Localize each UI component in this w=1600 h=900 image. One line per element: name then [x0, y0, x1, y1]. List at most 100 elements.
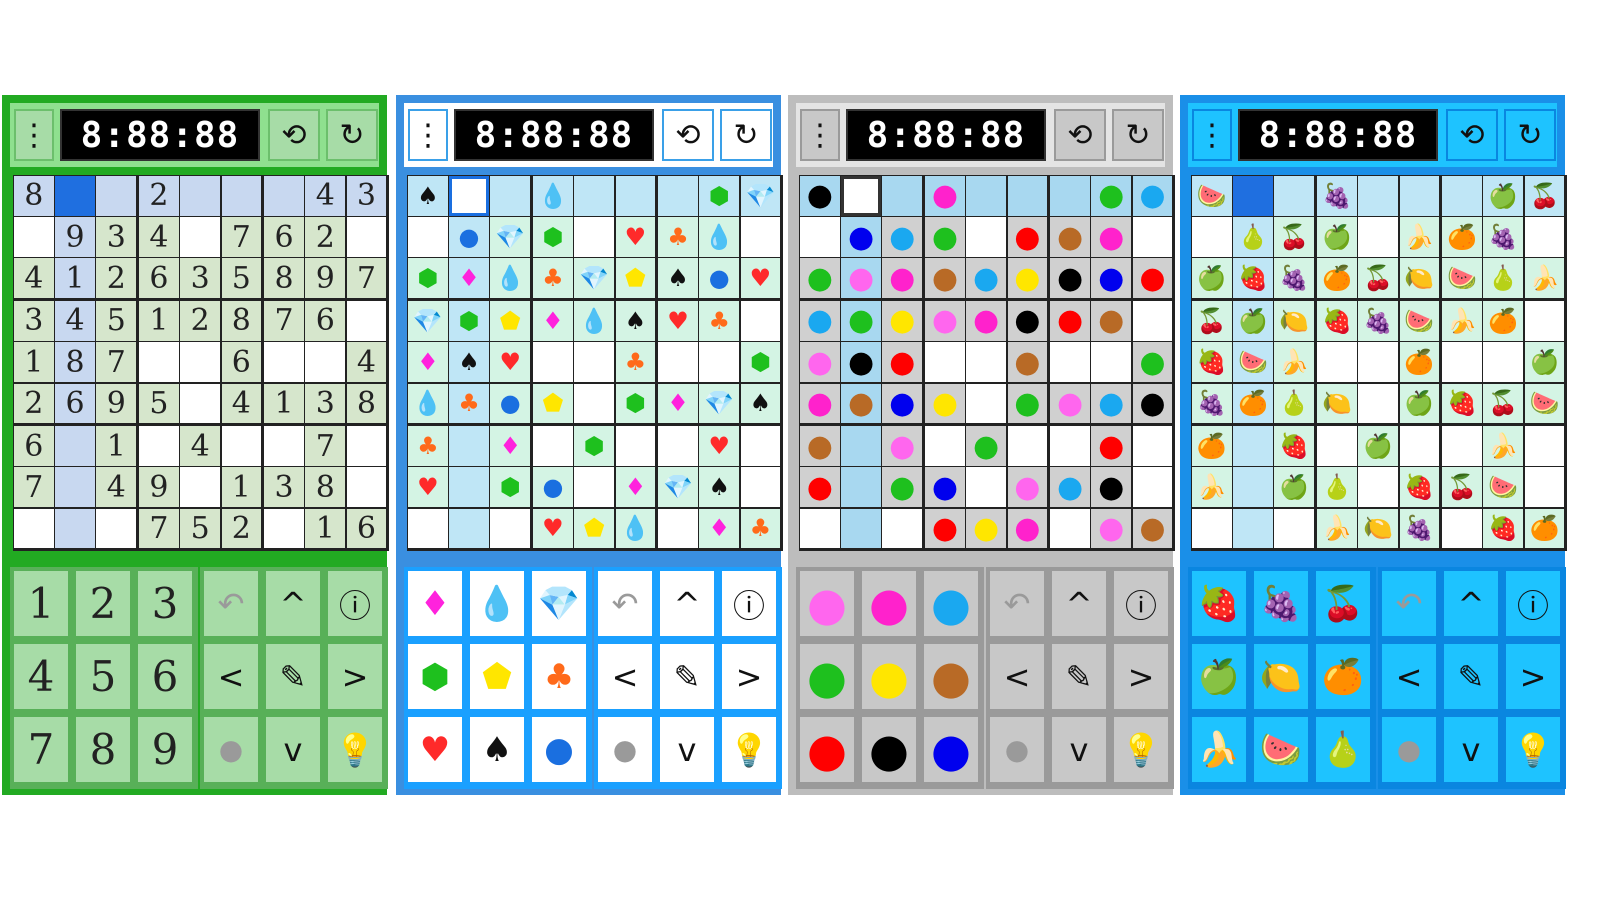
grid-cell[interactable]: ●	[925, 467, 965, 508]
grid-cell[interactable]: 5	[96, 301, 137, 341]
grid-cell[interactable]: 🍌	[1274, 342, 1315, 382]
grid-cell[interactable]: 🍏	[1483, 176, 1524, 216]
keypad-button-7[interactable]: ●	[798, 715, 856, 784]
grid-cell[interactable]	[1483, 342, 1524, 382]
grid-cell[interactable]: 🍌	[1317, 508, 1357, 549]
grid-cell[interactable]: ♣	[533, 258, 573, 299]
grid-cell[interactable]	[574, 342, 614, 382]
grid-cell[interactable]: 4	[139, 217, 179, 257]
grid-cell[interactable]: 🍊	[1399, 342, 1440, 382]
grid-cell[interactable]	[346, 301, 387, 341]
grid-cell[interactable]: ●	[1050, 217, 1090, 257]
grid-cell[interactable]: 💎	[574, 258, 614, 299]
grid-cell[interactable]: 8	[221, 301, 262, 341]
grid-cell[interactable]: ●	[841, 301, 881, 341]
grid-cell[interactable]	[1233, 426, 1273, 466]
grid-cell[interactable]: 💎	[658, 467, 698, 508]
grid-cell[interactable]: ♥	[658, 301, 698, 341]
grid-cell[interactable]	[1442, 176, 1482, 216]
grid-cell[interactable]: ●	[1007, 217, 1048, 257]
grid-cell[interactable]: ♣	[740, 508, 781, 549]
grid-cell[interactable]: 🍐	[1483, 258, 1524, 299]
left-button[interactable]: <	[202, 642, 260, 711]
grid-cell[interactable]	[658, 176, 698, 216]
grid-cell[interactable]: 4	[346, 342, 387, 382]
grid-cell[interactable]: ⬢	[490, 467, 531, 508]
grid-cell[interactable]: ♦	[449, 258, 489, 299]
grid-cell[interactable]: ●	[800, 426, 840, 466]
grid-cell[interactable]: ●	[1091, 467, 1132, 508]
grid-cell[interactable]	[1233, 508, 1273, 549]
grid-cell[interactable]	[449, 176, 489, 216]
grid-cell[interactable]: 🍏	[1274, 467, 1315, 508]
grid-cell[interactable]	[925, 426, 965, 466]
down-button[interactable]: v	[658, 715, 716, 784]
grid-cell[interactable]	[1007, 176, 1048, 216]
grid-cell[interactable]: 🍐	[1317, 467, 1357, 508]
grid-cell[interactable]: 🍇	[1358, 301, 1398, 341]
grid-cell[interactable]: 🍌	[1524, 258, 1565, 299]
grid-cell[interactable]: ♥	[615, 217, 656, 257]
grid-cell[interactable]	[574, 467, 614, 508]
grid-cell[interactable]: ♠	[699, 467, 740, 508]
grid-cell[interactable]	[408, 508, 448, 549]
grid-cell[interactable]: 7	[264, 301, 304, 341]
keypad-button-3[interactable]: 3	[136, 569, 194, 638]
grid-cell[interactable]	[800, 508, 840, 549]
grid-cell[interactable]: 🍒	[1274, 217, 1315, 257]
grid-cell[interactable]: 💎	[699, 383, 740, 424]
grid-cell[interactable]	[533, 426, 573, 466]
grid-cell[interactable]: 1	[14, 342, 54, 382]
grid-cell[interactable]	[55, 426, 95, 466]
grid-cell[interactable]: 💧	[699, 217, 740, 257]
grid-cell[interactable]	[658, 508, 698, 549]
grid-cell[interactable]	[139, 426, 179, 466]
keypad-button-6[interactable]: ●	[922, 642, 980, 711]
grid-cell[interactable]: ●	[841, 342, 881, 382]
grid-cell[interactable]: 🍓	[1192, 342, 1232, 382]
grid-cell[interactable]: ⬢	[574, 426, 614, 466]
keypad-button-3[interactable]: 🍒	[1314, 569, 1372, 638]
grid-cell[interactable]: 3	[96, 217, 137, 257]
grid-cell[interactable]	[1524, 467, 1565, 508]
grid-cell[interactable]: ●	[882, 258, 923, 299]
grid-cell[interactable]: 💎	[740, 176, 781, 216]
grid-cell[interactable]	[449, 508, 489, 549]
grid-cell[interactable]	[1233, 176, 1273, 216]
grid-cell[interactable]: 🍏	[1524, 342, 1565, 382]
grid-cell[interactable]	[1399, 426, 1440, 466]
grid-cell[interactable]: 🍋	[1358, 508, 1398, 549]
grid-cell[interactable]: 7	[346, 258, 387, 299]
grid-cell[interactable]: 7	[139, 508, 179, 549]
grid-cell[interactable]: 6	[139, 258, 179, 299]
grid-cell[interactable]: 3	[180, 258, 220, 299]
grid-cell[interactable]	[55, 508, 95, 549]
grid-cell[interactable]	[1524, 426, 1565, 466]
grid-cell[interactable]: ♦	[533, 301, 573, 341]
grid-cell[interactable]	[740, 217, 781, 257]
grid-cell[interactable]	[1524, 301, 1565, 341]
grid-cell[interactable]: ●	[882, 301, 923, 341]
grid-cell[interactable]: 🍉	[1483, 467, 1524, 508]
grid-cell[interactable]: ●	[1007, 342, 1048, 382]
grid-cell[interactable]	[533, 342, 573, 382]
grid-cell[interactable]: ♠	[658, 258, 698, 299]
grid-cell[interactable]: 💧	[533, 176, 573, 216]
undo-button[interactable]: ↶	[988, 569, 1046, 638]
grid-cell[interactable]	[1317, 342, 1357, 382]
grid-cell[interactable]: 💧	[490, 258, 531, 299]
keypad-button-6[interactable]: 🍊	[1314, 642, 1372, 711]
grid-cell[interactable]	[1317, 426, 1357, 466]
left-button[interactable]: <	[988, 642, 1046, 711]
grid-cell[interactable]: ♣	[699, 301, 740, 341]
info-button[interactable]: ⓘ	[1112, 569, 1170, 638]
grid-cell[interactable]: ●	[533, 467, 573, 508]
grid-cell[interactable]: ●	[925, 383, 965, 424]
grid-cell[interactable]: ⬟	[615, 258, 656, 299]
grid-cell[interactable]: 1	[55, 258, 95, 299]
grid-cell[interactable]: 2	[180, 301, 220, 341]
grid-cell[interactable]: ●	[1091, 176, 1132, 216]
grid-cell[interactable]: ●	[966, 301, 1006, 341]
keypad-button-8[interactable]: 8	[74, 715, 132, 784]
grid-cell[interactable]: 🍌	[1192, 467, 1232, 508]
